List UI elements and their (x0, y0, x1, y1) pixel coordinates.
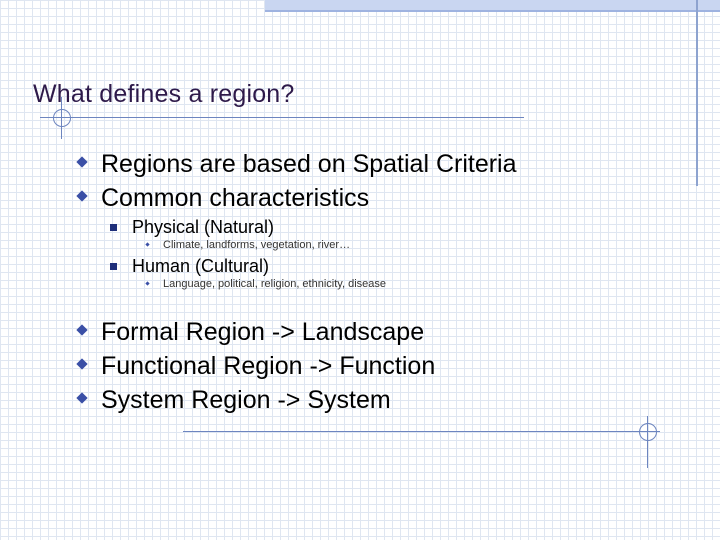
bullet-text: Common characteristics (101, 184, 370, 212)
bullet-text: Formal Region -> Landscape (101, 318, 425, 346)
diamond-bullet-icon (76, 358, 88, 370)
small-diamond-bullet-icon (145, 281, 150, 286)
diamond-bullet-icon (76, 190, 88, 202)
bullet-text: Regions are based on Spatial Criteria (101, 150, 517, 178)
bullet-text: Functional Region -> Function (101, 352, 436, 380)
diamond-bullet-icon (76, 324, 88, 336)
slide-title: What defines a region? (33, 80, 295, 108)
detail-text: Climate, landforms, vegetation, river… (163, 239, 351, 251)
sub-bullet-text: Human (Cultural) (132, 256, 270, 276)
title-underline (40, 117, 524, 118)
small-diamond-bullet-icon (145, 242, 150, 247)
bottom-crosshair-circle (639, 423, 657, 441)
top-crosshair-circle (53, 109, 71, 127)
diamond-bullet-icon (76, 156, 88, 168)
diamond-bullet-icon (76, 392, 88, 404)
sub-bullet-text: Physical (Natural) (132, 217, 275, 237)
bottom-decor-line (183, 431, 660, 432)
square-bullet-icon (110, 263, 117, 270)
detail-text: Language, political, religion, ethnicity… (163, 278, 386, 290)
square-bullet-icon (110, 224, 117, 231)
right-decor-line (696, 0, 698, 186)
bullet-text: System Region -> System (101, 386, 391, 414)
top-decor-band-edge (265, 10, 720, 12)
